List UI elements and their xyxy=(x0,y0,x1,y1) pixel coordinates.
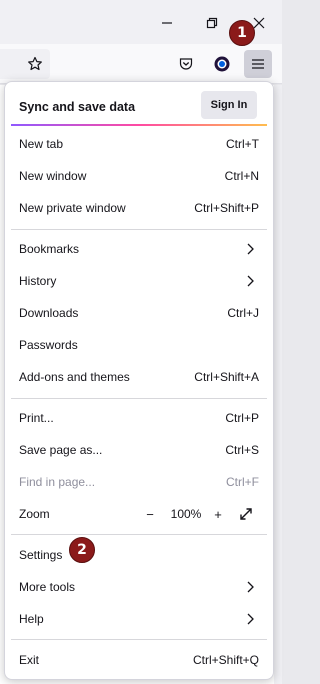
zoom-in-icon: + xyxy=(214,506,222,522)
menu-item-addons[interactable]: Add-ons and themes Ctrl+Shift+A xyxy=(5,361,273,393)
menu-item-help[interactable]: Help xyxy=(5,603,273,635)
menu-item-label: Downloads xyxy=(19,306,79,320)
menu-item-shortcut: Ctrl+P xyxy=(225,411,259,425)
chevron-right-icon xyxy=(247,243,254,255)
account-icon[interactable] xyxy=(208,50,236,78)
fullscreen-icon xyxy=(240,508,252,520)
zoom-out-button[interactable]: − xyxy=(141,504,159,524)
menu-separator xyxy=(11,639,267,640)
menu-item-passwords[interactable]: Passwords xyxy=(5,329,273,361)
zoom-label: Zoom xyxy=(19,507,50,521)
menu-item-label: Bookmarks xyxy=(19,242,80,256)
menu-item-bookmarks[interactable]: Bookmarks xyxy=(5,233,273,265)
zoom-in-button[interactable]: + xyxy=(209,504,227,524)
app-menu-panel: Sync and save data Sign In New tab Ctrl+… xyxy=(4,81,274,680)
menu-item-label: History xyxy=(19,274,57,288)
menu-item-more-tools[interactable]: More tools xyxy=(5,571,273,603)
restore-icon[interactable] xyxy=(201,12,223,34)
chevron-right-icon xyxy=(247,275,254,287)
zoom-value: 100% xyxy=(170,507,202,521)
minimize-icon[interactable] xyxy=(156,12,178,34)
sync-row: Sync and save data Sign In xyxy=(5,90,273,124)
menu-item-downloads[interactable]: Downloads Ctrl+J xyxy=(5,297,273,329)
menu-separator xyxy=(11,534,267,535)
zoom-reset-button[interactable]: 100% xyxy=(167,504,205,524)
menu-item-exit[interactable]: Exit Ctrl+Shift+Q xyxy=(5,644,273,676)
sync-label: Sync and save data xyxy=(19,100,136,114)
menu-item-find-in-page[interactable]: Find in page... Ctrl+F xyxy=(5,466,273,498)
step-badge-1: 1 xyxy=(229,20,255,46)
sign-in-button[interactable]: Sign In xyxy=(201,91,257,119)
menu-separator xyxy=(11,398,267,399)
menu-item-print[interactable]: Print... Ctrl+P xyxy=(5,402,273,434)
menu-item-history[interactable]: History xyxy=(5,265,273,297)
chevron-right-icon xyxy=(247,613,254,625)
menu-item-settings[interactable]: Settings xyxy=(5,539,273,571)
menu-separator xyxy=(11,229,267,230)
menu-item-label: Exit xyxy=(19,653,40,667)
menu-item-shortcut: Ctrl+Shift+P xyxy=(194,201,259,215)
menu-item-label: Find in page... xyxy=(19,475,96,489)
menu-item-new-private-window[interactable]: New private window Ctrl+Shift+P xyxy=(5,192,273,224)
menu-item-label: Settings xyxy=(19,548,63,562)
pocket-icon[interactable] xyxy=(172,50,200,78)
menu-item-shortcut: Ctrl+N xyxy=(224,169,259,183)
fullscreen-button[interactable] xyxy=(235,504,257,524)
menu-item-label: New private window xyxy=(19,201,126,215)
menu-item-label: New tab xyxy=(19,137,64,151)
menu-item-shortcut: Ctrl+T xyxy=(226,137,259,151)
menu-item-shortcut: Ctrl+S xyxy=(225,443,259,457)
hamburger-menu-icon[interactable] xyxy=(244,50,272,78)
menu-item-zoom: Zoom − 100% + xyxy=(5,498,273,530)
menu-item-label: Save page as... xyxy=(19,443,103,457)
menu-item-new-window[interactable]: New window Ctrl+N xyxy=(5,160,273,192)
menu-item-label: More tools xyxy=(19,580,76,594)
menu-item-label: Print... xyxy=(19,411,54,425)
zoom-out-icon: − xyxy=(146,506,154,522)
scrollbar[interactable] xyxy=(274,85,282,684)
menu-item-label: Add-ons and themes xyxy=(19,370,130,384)
chevron-right-icon xyxy=(247,581,254,593)
menu-item-shortcut: Ctrl+F xyxy=(226,475,259,489)
sync-divider xyxy=(11,124,267,126)
star-icon[interactable] xyxy=(21,50,49,78)
step-badge-2: 2 xyxy=(69,537,95,563)
menu-item-new-tab[interactable]: New tab Ctrl+T xyxy=(5,128,273,160)
menu-item-label: Help xyxy=(19,612,44,626)
nav-toolbar xyxy=(0,44,282,84)
menu-item-save-page[interactable]: Save page as... Ctrl+S xyxy=(5,434,273,466)
menu-item-shortcut: Ctrl+Shift+Q xyxy=(192,653,259,667)
menu-item-label: Passwords xyxy=(19,338,78,352)
menu-item-label: New window xyxy=(19,169,87,183)
menu-item-shortcut: Ctrl+Shift+A xyxy=(194,370,259,384)
menu-item-shortcut: Ctrl+J xyxy=(227,306,259,320)
